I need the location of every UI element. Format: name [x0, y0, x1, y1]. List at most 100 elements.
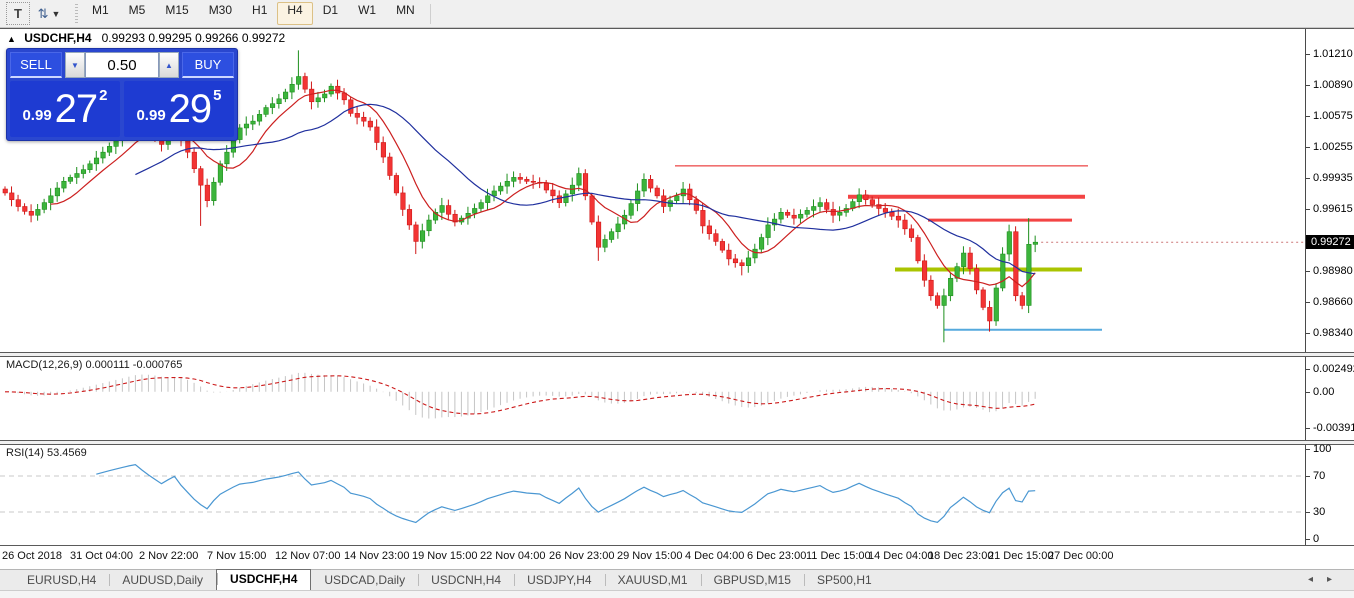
scale-tick-label: 0.98980	[1313, 265, 1353, 277]
chart-ohlc-header: ▲ USDCHF,H4 0.99293 0.99295 0.99266 0.99…	[7, 31, 285, 45]
scale-tick-label: 0.99935	[1313, 172, 1353, 184]
scale-tick-mark	[1306, 209, 1310, 210]
macd-scale[interactable]: 0.0024920.00-0.003913	[1306, 357, 1354, 440]
sell-price-display[interactable]: 0.99 27 2	[10, 81, 120, 137]
volume-input[interactable]	[85, 52, 159, 78]
time-scale-label: 29 Nov 15:00	[617, 550, 682, 562]
tab-audusd-daily[interactable]: AUDUSD,Daily	[109, 571, 216, 590]
time-scale[interactable]: 26 Oct 201831 Oct 04:002 Nov 22:007 Nov …	[0, 546, 1354, 569]
timeframe-m30[interactable]: M30	[199, 2, 242, 25]
scale-tick-label: 1.00890	[1313, 79, 1353, 91]
text-tool-button[interactable]: T	[6, 2, 30, 25]
scale-tick-mark	[1306, 428, 1310, 429]
time-scale-label: 21 Dec 15:00	[988, 550, 1053, 562]
scale-tick-mark	[1306, 392, 1310, 393]
scale-tick-mark	[1306, 116, 1310, 117]
tab-scroll-arrows[interactable]: ◂▸	[1308, 574, 1346, 585]
timeframe-m5[interactable]: M5	[119, 2, 156, 25]
tab-scroll-left-icon[interactable]: ◂	[1308, 574, 1327, 585]
scale-tick-label: 0	[1313, 533, 1319, 545]
time-scale-label: 11 Dec 15:00	[806, 550, 871, 562]
buy-price-prefix: 0.99	[136, 107, 165, 124]
chart-close: 0.99272	[242, 31, 285, 45]
scale-tick-mark	[1306, 333, 1310, 334]
toolbar-grip[interactable]	[75, 4, 78, 24]
timeframe-h4[interactable]: H4	[277, 2, 312, 25]
time-scale-label: 14 Dec 04:00	[868, 550, 933, 562]
macd-value-signal: -0.000765	[133, 359, 183, 371]
time-scale-label: 27 Dec 00:00	[1048, 550, 1113, 562]
timeframe-h1[interactable]: H1	[242, 2, 277, 25]
main-chart-plot[interactable]: ▲ USDCHF,H4 0.99293 0.99295 0.99266 0.99…	[0, 29, 1306, 352]
scale-tick-mark	[1306, 539, 1310, 540]
timeframe-w1[interactable]: W1	[348, 2, 386, 25]
scale-tick-label: 1.01210	[1313, 48, 1353, 60]
tab-usdchf-h4[interactable]: USDCHF,H4	[216, 569, 311, 591]
chart-open: 0.99293	[102, 31, 145, 45]
scale-tick-mark	[1306, 476, 1310, 477]
tab-sp500-h1[interactable]: SP500,H1	[804, 571, 885, 590]
macd-chart-canvas[interactable]	[0, 357, 1305, 440]
time-scale-label: 26 Oct 2018	[2, 550, 62, 562]
sell-button[interactable]: SELL	[10, 52, 62, 78]
tab-eurusd-h4[interactable]: EURUSD,H4	[14, 571, 109, 590]
scale-tick-mark	[1306, 54, 1310, 55]
rsi-chart-canvas[interactable]	[0, 445, 1305, 545]
scale-tick-mark	[1306, 449, 1310, 450]
price-scale[interactable]: 1.012101.008901.005751.002550.999350.996…	[1306, 29, 1354, 352]
buy-button[interactable]: BUY	[182, 52, 234, 78]
macd-label: MACD(12,26,9) 0.000111 -0.000765	[6, 359, 182, 371]
chart-tab-bar: EURUSD,H4 AUDUSD,Daily USDCHF,H4 USDCAD,…	[0, 569, 1354, 590]
tab-scroll-right-icon[interactable]: ▸	[1327, 574, 1346, 585]
tab-xauusd-m1[interactable]: XAUUSD,M1	[605, 571, 701, 590]
scale-tick-mark	[1306, 271, 1310, 272]
dropdown-caret-icon: ▼	[51, 9, 60, 19]
time-scale-label: 2 Nov 22:00	[139, 550, 198, 562]
time-scale-label: 31 Oct 04:00	[70, 550, 133, 562]
timeframe-m15[interactable]: M15	[155, 2, 198, 25]
scale-tick-mark	[1306, 178, 1310, 179]
scale-tick-mark	[1306, 512, 1310, 513]
arrows-mode-icon: ⇅	[38, 6, 49, 22]
macd-plot[interactable]: MACD(12,26,9) 0.000111 -0.000765	[0, 357, 1306, 440]
rsi-value: 53.4569	[47, 447, 87, 459]
time-scale-label: 19 Nov 15:00	[412, 550, 477, 562]
tab-gbpusd-m15[interactable]: GBPUSD,M15	[701, 571, 804, 590]
scale-tick-label: 0.00	[1313, 386, 1334, 398]
spin-down-icon: ▼	[71, 61, 79, 70]
scale-tick-mark	[1306, 85, 1310, 86]
volume-decrease-button[interactable]: ▼	[65, 52, 85, 78]
current-price-marker: 0.99272	[1306, 235, 1354, 249]
arrows-mode-button[interactable]: ⇅ ▼	[32, 3, 66, 24]
scale-tick-mark	[1306, 147, 1310, 148]
time-scale-label: 14 Nov 23:00	[344, 550, 409, 562]
time-scale-label: 26 Nov 23:00	[549, 550, 614, 562]
timeframe-mn[interactable]: MN	[386, 2, 425, 25]
tab-usdjpy-h4[interactable]: USDJPY,H4	[514, 571, 604, 590]
timeframe-d1[interactable]: D1	[313, 2, 348, 25]
scale-tick-label: 0.98340	[1313, 327, 1353, 339]
sell-price-point: 2	[99, 87, 107, 104]
rsi-scale[interactable]: 10070300	[1306, 445, 1354, 545]
time-scale-label: 22 Nov 04:00	[480, 550, 545, 562]
buy-price-pips: 29	[169, 83, 212, 135]
symbol-direction-icon: ▲	[7, 34, 16, 44]
rsi-plot[interactable]: RSI(14) 53.4569	[0, 445, 1306, 545]
scale-tick-label: 30	[1313, 506, 1325, 518]
rsi-panel: RSI(14) 53.4569 10070300	[0, 444, 1354, 546]
sell-price-prefix: 0.99	[22, 107, 51, 124]
tab-usdcad-daily[interactable]: USDCAD,Daily	[311, 571, 418, 590]
buy-price-display[interactable]: 0.99 29 5	[124, 81, 234, 137]
buy-price-point: 5	[213, 87, 221, 104]
volume-increase-button[interactable]: ▲	[159, 52, 179, 78]
time-scale-label: 6 Dec 23:00	[747, 550, 806, 562]
rsi-name: RSI(14)	[6, 447, 44, 459]
one-click-trading-panel: SELL ▼ ▲ BUY 0.99 27 2	[6, 48, 238, 141]
timeframe-toolbar: T ⇅ ▼ M1 M5 M15 M30 H1 H4 D1 W1 MN	[0, 0, 1354, 28]
tab-usdcnh-h4[interactable]: USDCNH,H4	[418, 571, 514, 590]
timeframe-m1[interactable]: M1	[82, 2, 119, 25]
chart-symbol-period: USDCHF,H4	[24, 31, 91, 45]
scale-tick-label: 70	[1313, 470, 1325, 482]
scale-tick-label: 0.99615	[1313, 203, 1353, 215]
time-scale-label: 12 Nov 07:00	[275, 550, 340, 562]
